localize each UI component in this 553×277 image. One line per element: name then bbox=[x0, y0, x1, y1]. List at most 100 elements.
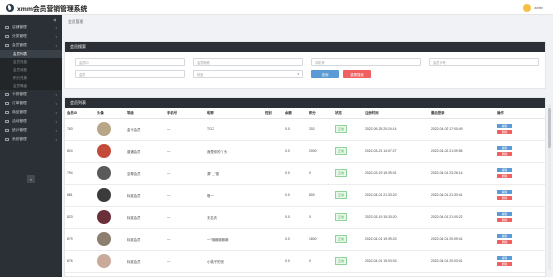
nickname-placeholder: 会员昵称 bbox=[197, 60, 210, 65]
list-panel-title: 会员列表 bbox=[65, 98, 545, 108]
cell-register-time: 2022-04-01 21:33:23 bbox=[363, 184, 429, 207]
cell-points: 1600 bbox=[307, 228, 333, 251]
cell-last-login: 2022-04-01 20:03:01 bbox=[429, 250, 495, 273]
delete-button[interactable]: 删除 bbox=[497, 129, 512, 135]
chevron-down-icon: ▾ bbox=[297, 72, 299, 76]
menu-collapse-icon: ◀ bbox=[52, 16, 56, 22]
row-actions: 编辑 删除 bbox=[497, 233, 545, 245]
chevron-down-icon: ▾ bbox=[55, 43, 57, 48]
submenu-item[interactable]: 积分兑换 bbox=[0, 74, 62, 82]
column-header: 昵称 bbox=[205, 108, 263, 119]
avatar bbox=[97, 210, 111, 224]
chevron-down-icon: ▾ bbox=[55, 128, 57, 133]
delete-button[interactable]: 删除 bbox=[497, 239, 512, 245]
submenu-item[interactable]: 会员消费 bbox=[0, 66, 62, 74]
cell-status: 正常 bbox=[333, 184, 363, 207]
delete-button[interactable]: 删除 bbox=[497, 217, 512, 223]
edit-button[interactable]: 编辑 bbox=[497, 255, 512, 261]
edit-button[interactable]: 编辑 bbox=[497, 233, 512, 239]
phone-input[interactable]: 手机号 bbox=[311, 58, 421, 66]
cell-last-login: 2022-04-02 17:00:49 bbox=[429, 118, 495, 141]
sidebar-item-items0[interactable]: 店铺管理 ▾ bbox=[0, 23, 62, 32]
phone-placeholder: 手机号 bbox=[315, 60, 325, 65]
sidebar-item-items_after2[interactable]: 商品管理 ▾ bbox=[0, 108, 62, 117]
column-header: 最后登录 bbox=[429, 108, 495, 119]
sidebar-item-label: 商品管理 bbox=[12, 110, 27, 114]
cell-register-time: 2022-04-01 19:03:03 bbox=[363, 250, 429, 273]
cell-member-level: 标准会员 bbox=[125, 206, 165, 229]
sidebar-item-label: 卡券管理 bbox=[12, 92, 27, 96]
cell-last-login: 2022-04-01 20:09:41 bbox=[429, 228, 495, 251]
page-scrollbar[interactable] bbox=[548, 104, 551, 270]
search-button[interactable]: 查询 bbox=[311, 70, 339, 78]
cell-balance: 0.0 bbox=[283, 162, 307, 185]
settings-icon bbox=[5, 138, 9, 141]
status-badge: 正常 bbox=[335, 147, 348, 155]
cell-member-id: 823 bbox=[65, 206, 95, 229]
cell-phone: — bbox=[165, 184, 205, 207]
sidebar-item-items_after4[interactable]: 统计管理 ▾ bbox=[0, 126, 62, 135]
cell-balance: 0.0 bbox=[283, 184, 307, 207]
table-row: 876 标准会员 — 小桃子的世 0.0 0 正常 2022-04-01 19:03:03 20… bbox=[65, 250, 545, 273]
delete-button[interactable]: 删除 bbox=[497, 195, 512, 201]
cell-register-time: 2022-09-25 20:24:14 bbox=[363, 118, 429, 141]
cell-nickname: 我是你的丫头 bbox=[205, 140, 263, 163]
cell-member-id: 763 bbox=[65, 118, 95, 141]
nickname-input[interactable]: 会员昵称 bbox=[193, 58, 303, 66]
cell-nickname: TCC bbox=[205, 118, 263, 141]
delete-button[interactable]: 删除 bbox=[497, 173, 512, 179]
table-header: 会员ID 头像 等级 手机号 昵称 性别 余额 积分 状态 注册时间 最后登录 操作 bbox=[65, 108, 545, 119]
reset-search-button[interactable]: 重置搜索 bbox=[343, 70, 371, 78]
status-badge: 正常 bbox=[335, 257, 348, 265]
chevron-down-icon: ▾ bbox=[55, 92, 57, 97]
sidebar-item-label: 店铺管理 bbox=[12, 25, 27, 29]
edit-button[interactable]: 编辑 bbox=[497, 145, 512, 151]
app-title: xmm会员营销管理系统 bbox=[17, 5, 88, 13]
cell-register-time: 2022-03-19 15:33:20 bbox=[363, 206, 429, 229]
collapse-sidebar-button[interactable]: « bbox=[27, 175, 35, 183]
sidebar-item-items1[interactable]: 分类管理 ▾ bbox=[0, 32, 62, 41]
cell-status: 正常 bbox=[333, 228, 363, 251]
sidebar-item-items_after3[interactable]: 活动管理 ▾ bbox=[0, 117, 62, 126]
submenu-item[interactable]: 会员等级 bbox=[0, 82, 62, 90]
sidebar-toggle[interactable]: ◀ bbox=[0, 15, 62, 23]
delete-button[interactable]: 删除 bbox=[497, 261, 512, 267]
submenu-item[interactable]: 会员列表 bbox=[0, 50, 62, 58]
sidebar-item-items_after5[interactable]: 系统管理 ▾ bbox=[0, 135, 62, 144]
sidebar-item-items_after0[interactable]: 卡券管理 ▾ bbox=[0, 90, 62, 99]
scrollbar-thumb[interactable] bbox=[548, 108, 551, 148]
cell-last-login: 2022-04-01 21:00:22 bbox=[429, 206, 495, 229]
member-input[interactable]: 会员 bbox=[75, 70, 185, 78]
cell-actions: 编辑 删除 bbox=[495, 206, 545, 229]
sidebar-item-items2[interactable]: 会员管理 ▾ bbox=[0, 41, 62, 50]
cell-nickname: 源" _"德 bbox=[205, 162, 263, 185]
cell-actions: 编辑 删除 bbox=[495, 184, 545, 207]
sidebar-item-label: 订单管理 bbox=[12, 101, 27, 105]
app-logo[interactable]: xmm会员营销管理系统 bbox=[6, 3, 88, 13]
delete-button[interactable]: 删除 bbox=[497, 151, 512, 157]
submenu-member: 会员列表 会员充值 会员消费 积分兑换 会员等级 bbox=[0, 50, 62, 90]
search-panel: 会员搜索 会员ID 会员昵称 手机号 会员卡号 会员 状态 ▾ 查询 重置搜索 bbox=[64, 41, 546, 89]
cell-gender bbox=[263, 140, 283, 163]
cell-gender bbox=[263, 118, 283, 141]
table-row: 879 标准会员 — 一"哦豚豚豚豚 0.0 1600 正常 2022-04-01 19:39… bbox=[65, 228, 545, 251]
edit-button[interactable]: 编辑 bbox=[497, 167, 512, 173]
cell-last-login: 2022-04-01 23:26:14 bbox=[429, 162, 495, 185]
member-id-input[interactable]: 会员ID bbox=[75, 58, 185, 66]
status-select[interactable]: 状态 ▾ bbox=[193, 70, 303, 78]
card-number-input[interactable]: 会员卡号 bbox=[429, 58, 539, 66]
chevron-down-icon: ▾ bbox=[55, 25, 57, 30]
cell-nickname: 一"哦豚豚豚豚 bbox=[205, 228, 263, 251]
edit-button[interactable]: 编辑 bbox=[497, 189, 512, 195]
user-menu[interactable]: admin bbox=[523, 3, 543, 12]
cell-actions: 编辑 删除 bbox=[495, 250, 545, 273]
edit-button[interactable]: 编辑 bbox=[497, 211, 512, 217]
cell-status: 正常 bbox=[333, 140, 363, 163]
cell-member-level: 金卡会员 bbox=[125, 118, 165, 141]
submenu-item[interactable]: 会员充值 bbox=[0, 58, 62, 66]
edit-button[interactable]: 编辑 bbox=[497, 123, 512, 129]
sidebar-item-items_after1[interactable]: 订单管理 ▾ bbox=[0, 99, 62, 108]
coupon-icon bbox=[5, 93, 9, 96]
chevron-down-icon: ▾ bbox=[55, 110, 57, 115]
row-actions: 编辑 删除 bbox=[497, 189, 545, 201]
